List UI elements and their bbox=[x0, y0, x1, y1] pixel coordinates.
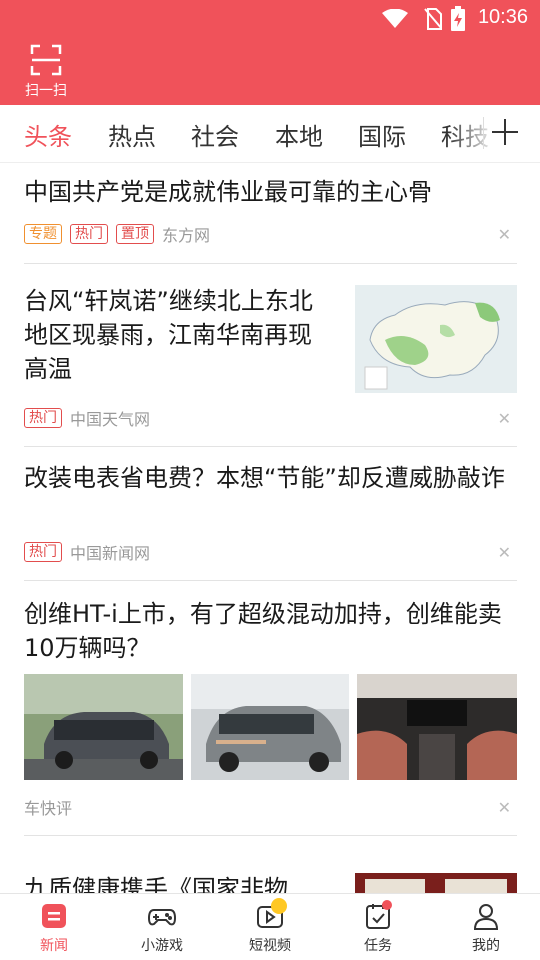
dismiss-icon[interactable]: ✕ bbox=[498, 409, 511, 428]
tag-hot: 热门 bbox=[24, 542, 62, 562]
category-tabs: 头条 热点 社会 本地 国际 科技 bbox=[0, 105, 540, 163]
news-title: 改装电表省电费？本想“节能”却反遭威胁敲诈 bbox=[24, 464, 505, 492]
bottom-navigation: 新闻 小游戏 短视频 任务 我的 bbox=[0, 893, 540, 960]
car-interior-thumbnail bbox=[357, 674, 517, 780]
scan-icon bbox=[30, 44, 62, 76]
nav-mini-games[interactable]: 小游戏 bbox=[108, 894, 216, 960]
news-title: 台风“轩岚诺”继续北上东北地区现暴雨，江南华南再现高温 bbox=[24, 287, 313, 383]
nav-me[interactable]: 我的 bbox=[432, 894, 540, 960]
nav-label: 小游戏 bbox=[141, 938, 183, 954]
weather-map-thumbnail bbox=[355, 285, 517, 393]
tab-local[interactable]: 本地 bbox=[275, 117, 323, 152]
person-icon bbox=[473, 904, 499, 930]
gamepad-icon bbox=[148, 909, 176, 926]
dismiss-icon[interactable]: ✕ bbox=[498, 543, 511, 562]
tag-hot: 热门 bbox=[24, 408, 62, 428]
nav-news[interactable]: 新闻 bbox=[0, 894, 108, 960]
news-source: 中国天气网 bbox=[70, 410, 151, 429]
news-item[interactable]: 九质健康携手《国家非物 bbox=[24, 836, 517, 903]
status-bar: 10:36 bbox=[0, 0, 540, 38]
news-item[interactable]: 改装电表省电费？本想“节能”却反遭威胁敲诈 热门 中国新闻网 ✕ bbox=[24, 447, 517, 581]
news-source: 车快评 bbox=[24, 799, 73, 818]
car-photo-thumbnail bbox=[191, 674, 349, 780]
nav-label: 新闻 bbox=[40, 938, 68, 954]
no-sim-icon bbox=[424, 8, 442, 30]
news-meta: 车快评 bbox=[24, 796, 72, 818]
top-header: 10:36 扫一扫 bbox=[0, 0, 540, 105]
news-title: 中国共产党是成就伟业最可靠的主心骨 bbox=[24, 178, 432, 206]
news-meta: 热门 中国新闻网 bbox=[24, 541, 150, 563]
dismiss-icon[interactable]: ✕ bbox=[498, 798, 511, 817]
news-item[interactable]: 中国共产党是成就伟业最可靠的主心骨 专题 热门 置顶 东方网 ✕ bbox=[24, 163, 517, 264]
news-source: 东方网 bbox=[162, 226, 211, 245]
wifi-icon bbox=[382, 9, 408, 28]
car-photo-thumbnail bbox=[24, 674, 183, 780]
notification-dot bbox=[382, 900, 392, 910]
tab-society[interactable]: 社会 bbox=[191, 117, 239, 152]
news-item[interactable]: 创维HT-i上市，有了超级混动加持，创维能卖10万辆吗？ 车快评 ✕ bbox=[24, 581, 517, 836]
news-icon bbox=[42, 904, 66, 928]
nav-short-video[interactable]: 短视频 bbox=[216, 894, 324, 960]
tag-pinned: 置顶 bbox=[116, 224, 154, 244]
dismiss-icon[interactable]: ✕ bbox=[498, 225, 511, 244]
news-title: 创维HT-i上市，有了超级混动加持，创维能卖10万辆吗？ bbox=[24, 600, 502, 662]
tag-hot: 热门 bbox=[70, 224, 108, 244]
news-item[interactable]: 台风“轩岚诺”继续北上东北地区现暴雨，江南华南再现高温 热门 中国天气网 ✕ bbox=[24, 264, 517, 447]
scan-label: 扫一扫 bbox=[25, 83, 67, 99]
tab-international[interactable]: 国际 bbox=[358, 117, 406, 152]
clock: 10:36 bbox=[477, 6, 528, 28]
tab-headlines[interactable]: 头条 bbox=[24, 117, 72, 152]
news-meta: 热门 中国天气网 bbox=[24, 407, 150, 429]
battery-charging-icon bbox=[451, 6, 465, 31]
tag-topic: 专题 bbox=[24, 224, 62, 244]
nav-label: 短视频 bbox=[249, 938, 291, 954]
scan-button[interactable]: 扫一扫 bbox=[22, 42, 70, 100]
nav-label: 我的 bbox=[472, 938, 500, 954]
tabs-divider bbox=[483, 117, 484, 149]
nav-label: 任务 bbox=[364, 938, 392, 954]
add-channel-button[interactable] bbox=[492, 119, 518, 145]
news-source: 中国新闻网 bbox=[70, 544, 151, 563]
coin-badge-icon bbox=[271, 898, 287, 914]
nav-tasks[interactable]: 任务 bbox=[324, 894, 432, 960]
news-meta: 专题 热门 置顶 东方网 bbox=[24, 223, 210, 245]
tab-trending[interactable]: 热点 bbox=[108, 117, 156, 152]
